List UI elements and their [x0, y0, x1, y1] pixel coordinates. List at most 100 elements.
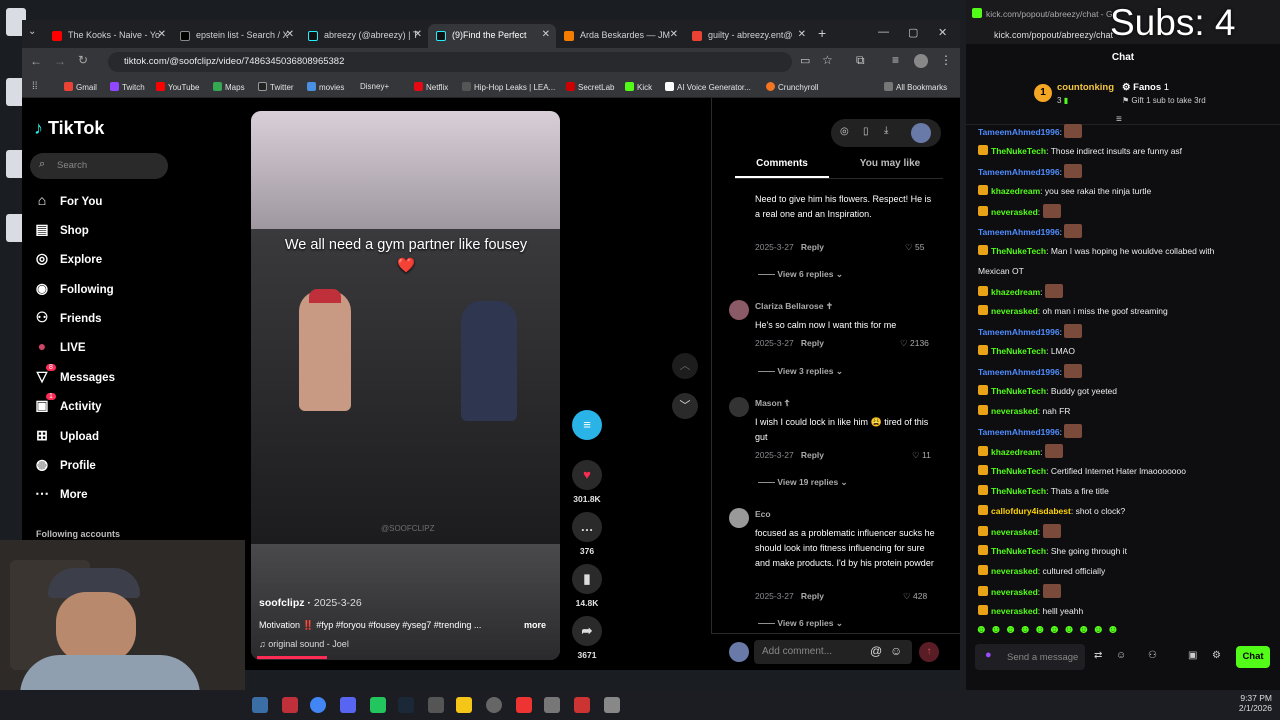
view-replies[interactable]: —— View 3 replies ⌄	[758, 366, 843, 377]
chat-username[interactable]: TheNukeTech	[991, 346, 1046, 356]
mention-icon[interactable]: @	[870, 644, 882, 658]
close-tab-icon[interactable]: ✕	[670, 29, 678, 40]
chat-username[interactable]: TheNukeTech	[991, 386, 1046, 396]
chat-username[interactable]: neverasked	[991, 587, 1038, 597]
bookmark-gmail[interactable]: Gmail	[64, 82, 97, 92]
bookmark-twitter[interactable]: Twitter	[258, 82, 294, 92]
nav-explore[interactable]: ◎ Explore	[34, 250, 102, 267]
share-button[interactable]: ➦ 3671	[570, 616, 604, 660]
chat-username[interactable]: callofdury4isdabest	[991, 506, 1071, 516]
next-video-button[interactable]: ﹀	[672, 393, 698, 419]
comment-user[interactable]: Eco	[755, 509, 771, 519]
extensions-icon[interactable]: ⧉	[856, 53, 865, 68]
apps-icon[interactable]: ⁞⁞	[32, 81, 38, 92]
tab-list-icon[interactable]: ⌄	[28, 26, 36, 37]
chat-username[interactable]: TheNukeTech	[991, 466, 1046, 476]
chat-username[interactable]: neverasked	[991, 207, 1038, 217]
comment-user[interactable]: Mason ☦	[755, 398, 790, 409]
bookmark-youtube[interactable]: YouTube	[156, 82, 199, 92]
bookmark-star-icon[interactable]: ☆	[822, 53, 833, 67]
close-tab-icon[interactable]: ✕	[542, 29, 550, 40]
chat-username[interactable]: neverasked	[991, 566, 1038, 576]
avatar[interactable]	[729, 397, 749, 417]
compass-icon[interactable]: ◎	[840, 126, 849, 137]
bookmark-twitch[interactable]: Twitch	[110, 82, 145, 92]
reply-button[interactable]: Reply	[801, 450, 824, 460]
user-avatar[interactable]	[911, 123, 931, 143]
emoji-icon[interactable]: ☺	[890, 644, 902, 658]
forward-icon[interactable]: →	[54, 54, 66, 68]
discord-icon[interactable]	[340, 697, 356, 713]
chat-username[interactable]: neverasked	[991, 606, 1038, 616]
settings-app-icon[interactable]	[252, 697, 268, 713]
chat-username[interactable]: khazedream	[991, 186, 1040, 196]
comment-likes[interactable]: ♡ 2136	[900, 338, 929, 349]
view-replies[interactable]: —— View 6 replies ⌄	[758, 269, 843, 280]
view-replies[interactable]: —— View 6 replies ⌄	[758, 618, 843, 629]
gift-prompt[interactable]: ⚑ Gift 1 sub to take 3rd	[1122, 96, 1206, 105]
steam-icon[interactable]	[398, 697, 414, 713]
bookmark-disney[interactable]: Disney+	[360, 82, 389, 91]
close-tab-icon[interactable]: ✕	[798, 29, 806, 40]
cast-icon[interactable]: ▭	[800, 54, 810, 67]
settings-icon[interactable]: ⚙	[1212, 650, 1221, 661]
close-tab-icon[interactable]: ✕	[158, 29, 166, 40]
bookmark-ai-voice[interactable]: AI Voice Generator...	[665, 82, 751, 92]
bookmark-maps[interactable]: Maps	[213, 82, 245, 92]
nav-live[interactable]: ● LIVE	[34, 338, 86, 354]
gift-icon[interactable]: ▣	[1188, 650, 1197, 661]
send-comment-button[interactable]: ↑	[919, 642, 939, 662]
nav-upload[interactable]: ⊞ Upload	[34, 427, 99, 444]
video-progress[interactable]	[257, 656, 327, 659]
chat-username[interactable]: neverasked	[991, 406, 1038, 416]
video-sound[interactable]: ♫ original sound - Joel	[259, 639, 349, 649]
new-tab-button[interactable]: +	[818, 25, 826, 41]
chat-username[interactable]: TheNukeTech	[991, 246, 1046, 256]
search-input[interactable]: Search	[57, 160, 87, 171]
nav-friends[interactable]: ⚇ Friends	[34, 309, 102, 326]
comment-likes[interactable]: ♡ 428	[903, 591, 927, 602]
app-icon[interactable]	[370, 697, 386, 713]
chrome-icon[interactable]	[310, 697, 326, 713]
app-icon[interactable]	[282, 697, 298, 713]
reply-button[interactable]: Reply	[801, 242, 824, 252]
reply-button[interactable]: Reply	[801, 591, 824, 601]
chat-username[interactable]: neverasked	[991, 306, 1038, 316]
chat-username[interactable]: TameemAhmed1996	[978, 427, 1060, 437]
comment-likes[interactable]: ♡ 11	[912, 450, 931, 461]
nav-more[interactable]: ⋯ More	[34, 485, 87, 502]
browser-tab-active[interactable]: (9)Find the Perfect ✕	[428, 24, 556, 48]
download-icon[interactable]: ⤓	[884, 125, 888, 136]
app-icon[interactable]	[574, 697, 590, 713]
creator-avatar[interactable]: ≡	[570, 410, 604, 444]
nav-messages[interactable]: ▽ Messages	[34, 368, 115, 385]
prev-video-button[interactable]: ︿	[672, 353, 698, 379]
bookmark-netflix[interactable]: Netflix	[414, 82, 448, 92]
minimize-button[interactable]: —	[878, 26, 889, 38]
more-link[interactable]: more	[524, 620, 546, 630]
nav-following[interactable]: ◉ Following	[34, 280, 114, 297]
browser-tab[interactable]: Arda Beskardes — JM ✕	[556, 24, 684, 48]
nav-profile[interactable]: ◍ Profile	[34, 456, 96, 473]
bookmark-secretlab[interactable]: SecretLab	[566, 82, 614, 92]
chat-username[interactable]: TheNukeTech	[991, 486, 1046, 496]
comment-likes[interactable]: ♡ 55	[905, 242, 924, 253]
bookmark-kick[interactable]: Kick	[625, 82, 652, 92]
app-icon[interactable]	[604, 697, 620, 713]
nav-activity[interactable]: ▣ Activity	[34, 397, 101, 414]
chat-username[interactable]: TameemAhmed1996	[978, 327, 1060, 337]
browser-tab[interactable]: epstein list - Search / X ✕	[172, 24, 300, 48]
all-bookmarks[interactable]: All Bookmarks	[884, 82, 947, 92]
like-button[interactable]: ♥ 301.8K	[570, 460, 604, 504]
second-gifter[interactable]: ⚙ Fanos 1	[1122, 82, 1169, 93]
tab-you-may-like[interactable]: You may like	[845, 158, 935, 169]
address-bar[interactable]: tiktok.com/@soofclipz/video/748634503680…	[108, 52, 792, 72]
nav-for-you[interactable]: ⌂ For You	[34, 192, 103, 208]
top-gifter[interactable]: countonking	[1057, 82, 1114, 93]
bookmark-hiphop[interactable]: Hip-Hop Leaks | LEA...	[462, 82, 555, 92]
tiktok-logo[interactable]: ♪ TikTok	[34, 118, 104, 139]
file-explorer-icon[interactable]	[456, 697, 472, 713]
avatar[interactable]	[729, 300, 749, 320]
view-replies[interactable]: —— View 19 replies ⌄	[758, 477, 848, 488]
chat-username[interactable]: TheNukeTech	[991, 146, 1046, 156]
